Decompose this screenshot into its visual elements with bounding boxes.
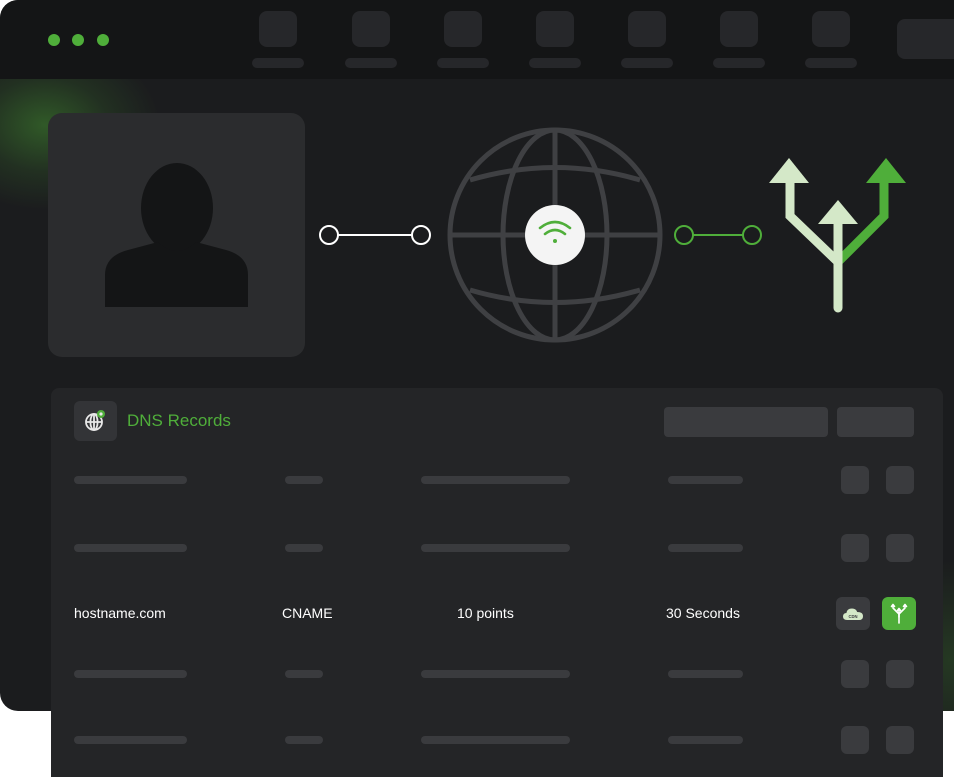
placeholder-bar xyxy=(668,544,743,552)
dns-record-row-placeholder xyxy=(51,659,943,689)
connector-user-globe xyxy=(319,225,431,245)
placeholder-bar xyxy=(285,476,323,484)
panel-title: DNS Records xyxy=(127,411,231,430)
placeholder-bar xyxy=(668,736,743,744)
dns-record-row-placeholder xyxy=(51,465,943,495)
connector-globe-routing xyxy=(674,225,762,245)
placeholder-bar xyxy=(285,670,323,678)
action-placeholder[interactable] xyxy=(841,726,869,754)
placeholder-bar xyxy=(421,670,570,678)
cdn-cloud-icon: CDN xyxy=(843,608,863,620)
action-placeholder[interactable] xyxy=(886,466,914,494)
placeholder-bar xyxy=(421,544,570,552)
record-type: CNAME xyxy=(282,605,333,621)
wifi-badge xyxy=(525,205,585,265)
globe-badge-icon xyxy=(74,401,117,441)
header-action-placeholder[interactable] xyxy=(664,407,828,437)
dns-records-panel: DNS Records hostname.com CNAME 10 points… xyxy=(51,388,943,777)
placeholder-bar xyxy=(74,736,187,744)
dns-record-row[interactable]: hostname.com CNAME 10 points 30 Seconds … xyxy=(51,597,943,630)
placeholder-bar xyxy=(285,544,323,552)
placeholder-bar xyxy=(74,476,187,484)
placeholder-bar xyxy=(421,736,570,744)
split-routing-icon xyxy=(890,603,908,624)
cdn-button[interactable]: CDN xyxy=(836,597,870,630)
placeholder-bar xyxy=(421,476,570,484)
record-ttl: 30 Seconds xyxy=(666,605,740,621)
connection-diagram xyxy=(105,127,906,343)
placeholder-bar xyxy=(668,670,743,678)
split-routing-button[interactable] xyxy=(882,597,916,630)
split-arrows-icon xyxy=(769,158,906,313)
action-placeholder[interactable] xyxy=(886,534,914,562)
record-weight: 10 points xyxy=(457,605,514,621)
dns-record-row-placeholder xyxy=(51,725,943,755)
placeholder-bar xyxy=(668,476,743,484)
header-action-placeholder[interactable] xyxy=(837,407,914,437)
action-placeholder[interactable] xyxy=(886,660,914,688)
action-placeholder[interactable] xyxy=(841,466,869,494)
dns-record-row-placeholder xyxy=(51,533,943,563)
action-placeholder[interactable] xyxy=(886,726,914,754)
action-placeholder[interactable] xyxy=(841,534,869,562)
placeholder-bar xyxy=(74,544,187,552)
record-hostname: hostname.com xyxy=(74,605,166,621)
placeholder-bar xyxy=(74,670,187,678)
placeholder-bar xyxy=(285,736,323,744)
action-placeholder[interactable] xyxy=(841,660,869,688)
user-silhouette-icon xyxy=(105,163,248,307)
cdn-label: CDN xyxy=(848,614,857,619)
